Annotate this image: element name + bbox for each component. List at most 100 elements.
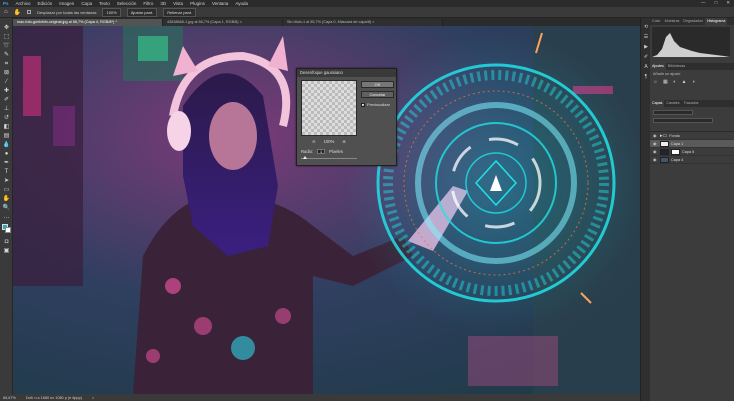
zoom-tool-icon[interactable]: 🔍 [2,204,11,212]
dodge-tool-icon[interactable]: ● [2,150,11,158]
radius-slider-track[interactable] [301,158,357,159]
tab-color[interactable]: Color [650,18,663,25]
cancel-button[interactable]: Cancelar [361,91,394,98]
right-panels: Color Muestras Degradados Histograma Aju… [650,18,734,401]
tab-swatches[interactable]: Muestras [663,18,682,25]
menu-item-filtro[interactable]: Filtro [143,1,153,6]
menu-item-seleccion[interactable]: Selección [117,1,137,6]
visibility-eye-icon[interactable]: ◉ [653,157,658,162]
radius-label: Radio: [301,149,314,154]
panel-icon-strip: ⟲ ☰ ▶ ✐ A ¶ [640,18,650,401]
zoom-100-button[interactable]: 100% [102,7,121,17]
status-zoom[interactable]: 66,67% [3,396,16,400]
frame-tool-icon[interactable]: ⊠ [2,69,11,77]
menu-item-archivo[interactable]: Archivo [16,1,31,6]
healing-brush-tool-icon[interactable]: ✚ [2,87,11,95]
rectangle-tool-icon[interactable]: ▭ [2,186,11,194]
hand-tool-sidebar-icon[interactable]: ✋ [2,195,11,203]
path-selection-tool-icon[interactable]: ➤ [2,177,11,185]
radius-slider-handle[interactable] [303,156,307,159]
status-arrow-icon[interactable]: > [92,396,94,400]
preview-checkbox[interactable]: ✓ [361,102,365,107]
blur-preview-area[interactable] [301,80,357,136]
tab-document-2[interactable]: 43838666-1.jpg al 66,7% (Capa 1, RGB/8) … [163,19,283,26]
tab-channels[interactable]: Canales [664,100,681,107]
screen-mode-icon[interactable]: ▣ [2,247,11,255]
menu-item-plugins[interactable]: Plugins [190,1,205,6]
quick-mask-icon[interactable]: ◘ [2,238,11,246]
history-icon[interactable]: ⟲ [643,24,649,30]
tab-paths[interactable]: Trazados [682,100,701,107]
menu-item-capa[interactable]: Capa [81,1,92,6]
dialog-title[interactable]: Desenfoque gaussiano [297,69,396,77]
layer-row-capa-1[interactable]: ◉ Capa 1 [650,140,734,148]
maximize-icon[interactable]: □ [715,0,718,6]
adjustment-icons-row[interactable]: ☼ ▦ ◐ ▲ ◑ [653,79,731,85]
sample-all-windows-checkbox[interactable] [27,10,32,14]
tab-adjustments[interactable]: Ajustes [650,63,666,70]
zoom-in-icon[interactable]: ⊕ [342,139,346,144]
menu-item-texto[interactable]: Texto [99,1,110,6]
properties-icon[interactable]: ☰ [643,34,649,40]
color-panel-tabs: Color Muestras Degradados Histograma [650,18,734,25]
type-tool-icon[interactable]: T [2,168,11,176]
ok-button[interactable]: OK [361,81,394,88]
quick-select-tool-icon[interactable]: ✎ [2,51,11,59]
ps-logo-icon[interactable]: Ps [3,1,9,6]
close-icon[interactable]: ✕ [726,0,730,6]
layer-row-capa-4[interactable]: ◉ Capa 4 [650,156,734,164]
layer-filter-dropdown[interactable] [653,110,693,115]
history-brush-tool-icon[interactable]: ↺ [2,114,11,122]
fill-screen-button[interactable]: Rellenar pant. [163,7,197,17]
background-color-swatch[interactable] [5,227,11,233]
visibility-eye-icon[interactable]: ◉ [653,149,658,154]
brush-settings-icon[interactable]: ✐ [643,54,649,60]
more-tools-icon[interactable]: … [2,213,11,221]
menu-item-ayuda[interactable]: Ayuda [235,1,248,6]
crop-tool-icon[interactable]: ⌗ [2,60,11,68]
tab-histogram[interactable]: Histograma [704,18,728,25]
tab-layers[interactable]: Capas [650,100,665,107]
gradient-tool-icon[interactable]: ▤ [2,132,11,140]
tab-document-3[interactable]: Sin título-1 al 55,7% (Capa 0, Máscara d… [283,19,443,26]
actions-icon[interactable]: ▶ [643,44,649,50]
menu-item-vista[interactable]: Vista [173,1,183,6]
menu-item-ventana[interactable]: Ventana [212,1,229,6]
layer-thumbnail [660,148,669,155]
layer-thumbnail [660,140,669,147]
layer-thumbnail [660,156,669,163]
eraser-tool-icon[interactable]: ◧ [2,123,11,131]
marquee-tool-icon[interactable]: ⬚ [2,33,11,41]
radius-input[interactable]: 1 [317,149,326,154]
adjustments-hint: Añadir un ajuste [653,72,681,76]
blend-mode-dropdown[interactable] [653,118,713,123]
home-icon[interactable]: ⌂ [4,9,8,15]
tab-libraries[interactable]: Bibliotecas [666,63,687,70]
paragraph-icon[interactable]: ¶ [643,74,649,80]
minimize-icon[interactable]: — [701,0,706,6]
blur-tool-icon[interactable]: 💧 [2,141,11,149]
fit-screen-button[interactable]: Ajustar pant. [126,7,158,17]
layer-controls [650,110,734,132]
menu-item-3d[interactable]: 3D [160,1,166,6]
eyedropper-tool-icon[interactable]: ⁄ [2,78,11,86]
clone-stamp-tool-icon[interactable]: ⊥ [2,105,11,113]
lasso-tool-icon[interactable]: ➰ [2,42,11,50]
visibility-eye-icon[interactable]: ◉ [653,141,658,146]
tab-document-active[interactable]: mac-foto-gorlicfxtv-original.jpg al 66,7… [13,19,163,26]
menu-item-edicion[interactable]: Edición [38,1,53,6]
zoom-out-icon[interactable]: ⊖ [312,139,316,144]
pen-tool-icon[interactable]: ✒ [2,159,11,167]
tab-gradients[interactable]: Degradados [681,18,705,25]
visibility-eye-icon[interactable]: ◉ [653,133,658,138]
menu-item-imagen[interactable]: Imagen [59,1,74,6]
character-icon[interactable]: A [643,64,649,70]
layer-row-capa-5[interactable]: ◉ Capa 5 [650,148,734,156]
status-doc-info: Dcfl: n.s 1680 ex 1080 p (e 8ppp) [25,395,83,400]
hand-tool-icon[interactable]: ✋ [14,9,21,16]
layer-row-fondo[interactable]: ◉ ▸▭ Fondo [650,132,734,140]
brush-tool-icon[interactable]: ✐ [2,96,11,104]
layer-mask-thumbnail [671,148,680,155]
layer-name: Fondo [669,133,681,138]
move-tool-icon[interactable]: ✥ [2,24,11,32]
